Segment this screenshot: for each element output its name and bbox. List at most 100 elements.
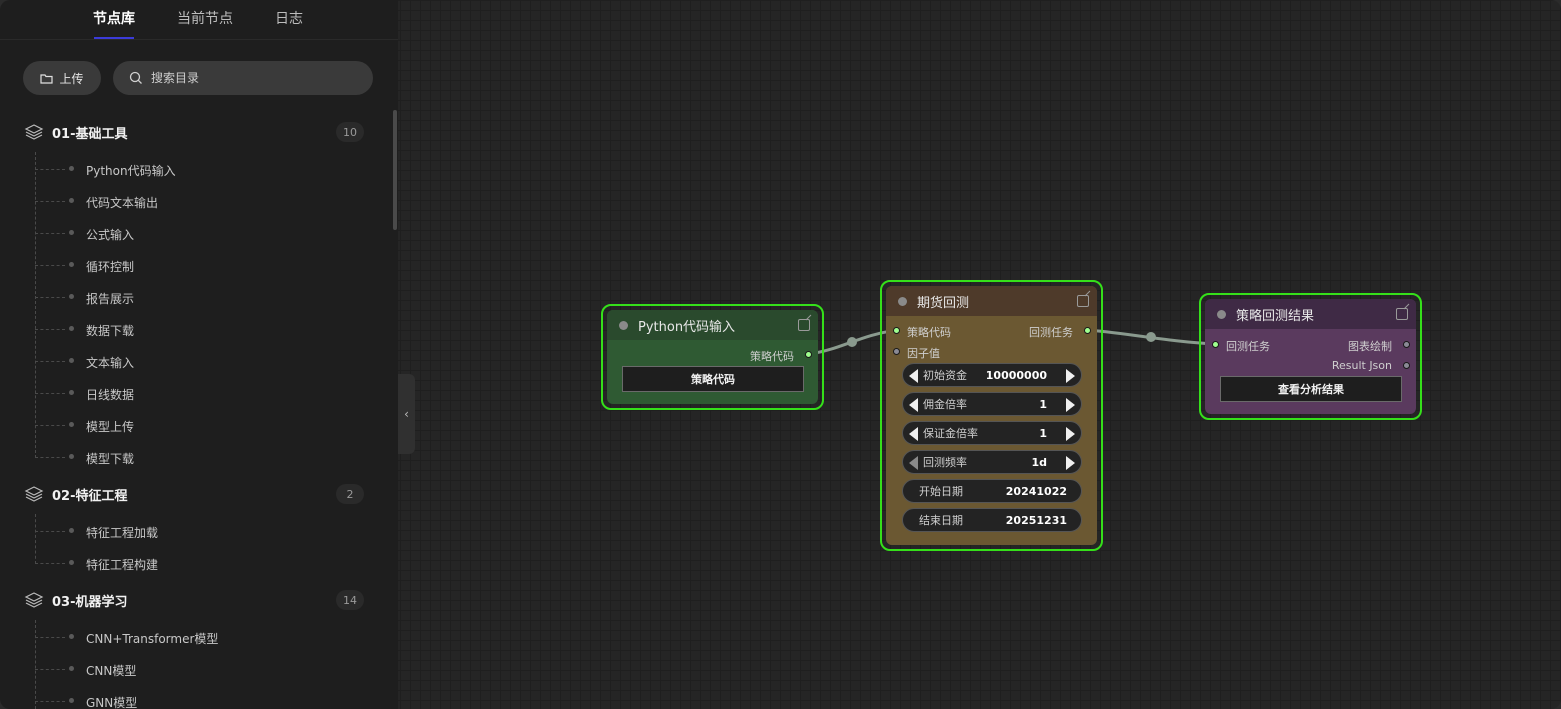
- output-port[interactable]: [1084, 327, 1091, 334]
- node-header[interactable]: 策略回测结果: [1205, 299, 1416, 329]
- node-body: 期货回测 策略代码 因子值 回测任务 初始资金 10000000 佣金倍率 1: [886, 286, 1097, 545]
- list-item[interactable]: CNN+Transformer模型: [86, 630, 218, 647]
- list-item[interactable]: 模型上传: [86, 418, 134, 435]
- tab-log[interactable]: 日志: [275, 8, 303, 28]
- tree-branch: [35, 297, 65, 298]
- tree-dot: [69, 422, 74, 427]
- tree-branch: [35, 169, 65, 170]
- widget-label: 结束日期: [919, 514, 963, 527]
- tree-branch: [35, 233, 65, 234]
- output-port-label: 图表绘制: [1348, 340, 1392, 353]
- widget-label: 初始资金: [923, 369, 967, 382]
- widget-label: 开始日期: [919, 485, 963, 498]
- list-item[interactable]: 代码文本输出: [86, 194, 158, 211]
- increment-arrow-icon[interactable]: [1066, 398, 1075, 412]
- list-item[interactable]: 特征工程构建: [86, 556, 158, 573]
- widget-start-date[interactable]: 开始日期 20241022: [902, 479, 1082, 503]
- tree-branch: [35, 329, 65, 330]
- search-input[interactable]: [151, 71, 351, 85]
- node-header[interactable]: Python代码输入: [607, 310, 818, 340]
- widget-commission-multiplier[interactable]: 佣金倍率 1: [902, 392, 1082, 416]
- list-item[interactable]: 特征工程加载: [86, 524, 158, 541]
- list-item[interactable]: 文本输入: [86, 354, 134, 371]
- upload-button[interactable]: 上传: [23, 61, 101, 95]
- list-item[interactable]: 模型下载: [86, 450, 134, 467]
- link-midpoint: [847, 337, 857, 347]
- widget-value: 20251231: [1005, 513, 1067, 527]
- list-item[interactable]: 数据下载: [86, 322, 134, 339]
- increment-arrow-icon[interactable]: [1066, 456, 1075, 470]
- chevron-left-icon: ‹: [404, 407, 409, 421]
- search-box: [113, 61, 373, 95]
- widget-margin-multiplier[interactable]: 保证金倍率 1: [902, 421, 1082, 445]
- output-port-chart[interactable]: [1403, 341, 1410, 348]
- increment-arrow-icon[interactable]: [1066, 427, 1075, 441]
- list-item[interactable]: 循环控制: [86, 258, 134, 275]
- tree-branch: [35, 457, 65, 458]
- tree-branch: [35, 563, 65, 564]
- node-title: Python代码输入: [638, 319, 736, 335]
- widget-initial-capital[interactable]: 初始资金 10000000: [902, 363, 1082, 387]
- node-futures-backtest[interactable]: 期货回测 策略代码 因子值 回测任务 初始资金 10000000 佣金倍率 1: [880, 280, 1103, 551]
- tab-node-library[interactable]: 节点库: [93, 8, 135, 28]
- search-icon: [129, 71, 142, 84]
- view-analysis-button[interactable]: 查看分析结果: [1220, 376, 1402, 402]
- link-midpoint: [1146, 332, 1156, 342]
- decrement-arrow-icon[interactable]: [909, 456, 918, 470]
- list-item[interactable]: 报告展示: [86, 290, 134, 307]
- category-label: 02-特征工程: [52, 488, 128, 504]
- tree-branch: [35, 361, 65, 362]
- edit-icon[interactable]: [1077, 295, 1089, 307]
- list-item[interactable]: 公式输入: [86, 226, 134, 243]
- widget-backtest-frequency[interactable]: 回测频率 1d: [902, 450, 1082, 474]
- layers-icon: [24, 124, 44, 140]
- list-item[interactable]: Python代码输入: [86, 162, 176, 179]
- list-item[interactable]: 日线数据: [86, 386, 134, 403]
- edit-icon[interactable]: [1396, 308, 1408, 320]
- increment-arrow-icon[interactable]: [1066, 369, 1075, 383]
- tree-dot: [69, 198, 74, 203]
- active-tab-underline: [94, 37, 134, 39]
- edit-icon[interactable]: [798, 319, 810, 331]
- node-status-dot: [1217, 309, 1226, 319]
- tree-dot: [69, 560, 74, 565]
- strategy-code-button[interactable]: 策略代码: [622, 366, 804, 392]
- decrement-arrow-icon[interactable]: [909, 369, 918, 383]
- input-port-backtest-task[interactable]: [1212, 341, 1219, 348]
- decrement-arrow-icon[interactable]: [909, 398, 918, 412]
- list-item[interactable]: GNN模型: [86, 694, 137, 709]
- output-port[interactable]: [805, 351, 812, 358]
- sidebar-tabs: 节点库 当前节点 日志: [0, 0, 398, 40]
- input-port-label: 策略代码: [907, 326, 951, 339]
- node-strategy-result[interactable]: 策略回测结果 回测任务 图表绘制 Result Json 查看分析结果: [1199, 293, 1422, 420]
- tree-branch: [35, 669, 65, 670]
- tree-branch: [35, 393, 65, 394]
- link-backtest-to-result: [1086, 328, 1216, 346]
- node-python-input[interactable]: Python代码输入 策略代码 策略代码: [601, 304, 824, 410]
- widget-end-date[interactable]: 结束日期 20251231: [902, 508, 1082, 532]
- output-port-label: 策略代码: [750, 350, 794, 363]
- layers-icon: [24, 486, 44, 502]
- node-body: 策略回测结果 回测任务 图表绘制 Result Json 查看分析结果: [1205, 299, 1416, 414]
- category-count-badge: 10: [336, 122, 364, 142]
- output-port-label: 回测任务: [1029, 326, 1073, 339]
- sidebar-collapse-handle[interactable]: ‹: [398, 374, 415, 454]
- tab-current-node[interactable]: 当前节点: [177, 8, 233, 28]
- category-03-machine-learning[interactable]: 03-机器学习: [24, 588, 128, 612]
- decrement-arrow-icon[interactable]: [909, 427, 918, 441]
- tree-dot: [69, 666, 74, 671]
- sidebar-scrollbar[interactable]: [393, 110, 397, 230]
- input-port-factor[interactable]: [893, 348, 900, 355]
- category-02-feature-engineering[interactable]: 02-特征工程: [24, 482, 128, 506]
- input-port-strategy-code[interactable]: [893, 327, 900, 334]
- node-header[interactable]: 期货回测: [886, 286, 1097, 316]
- folder-icon: [40, 73, 54, 84]
- tree-dot: [69, 528, 74, 533]
- node-library-sidebar: 节点库 当前节点 日志 上传 01-基础工具 10 Python代码输入 代码文…: [0, 0, 398, 709]
- list-item[interactable]: CNN模型: [86, 662, 136, 679]
- node-title: 策略回测结果: [1236, 308, 1315, 324]
- category-count-badge: 14: [336, 590, 364, 610]
- category-01-basic-tools[interactable]: 01-基础工具: [24, 120, 128, 144]
- tree-dot: [69, 262, 74, 267]
- output-port-result-json[interactable]: [1403, 362, 1410, 369]
